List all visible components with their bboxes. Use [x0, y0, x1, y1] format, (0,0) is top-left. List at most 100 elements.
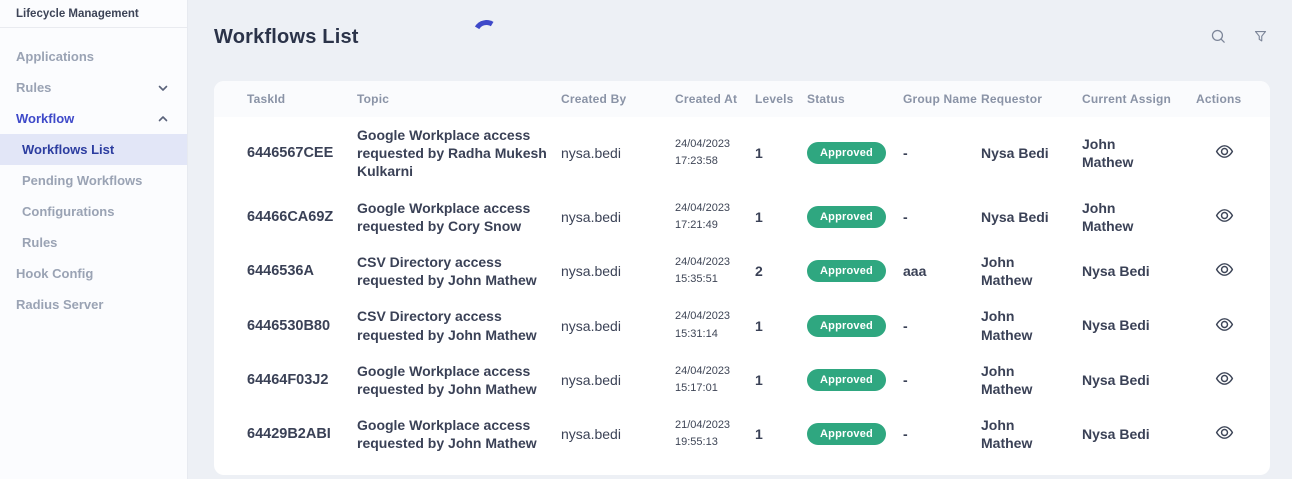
- levels-cell: 1: [755, 298, 807, 352]
- group-name-cell: -: [903, 407, 981, 461]
- created-by-cell: nysa.bedi: [561, 353, 675, 407]
- toolbar: [1210, 28, 1268, 45]
- table-row: 6446536ACSV Directory access requested b…: [214, 244, 1270, 298]
- column-header-levels: Levels: [755, 81, 807, 117]
- levels-cell: 1: [755, 407, 807, 461]
- table-row: 6446530B80CSV Directory access requested…: [214, 298, 1270, 352]
- created-date: 21/04/2023: [675, 417, 755, 434]
- created-by-cell: nysa.bedi: [561, 244, 675, 298]
- table-row: 6446567CEEGoogle Workplace access reques…: [214, 117, 1270, 190]
- topic-cell: CSV Directory access requested by John M…: [357, 298, 561, 352]
- sidebar-item-configurations[interactable]: Configurations: [0, 196, 187, 227]
- topic-cell: Google Workplace access requested by Joh…: [357, 407, 561, 461]
- column-header-created-by: Created By: [561, 81, 675, 117]
- page-title: Workflows List: [214, 26, 1270, 49]
- group-name-cell: aaa: [903, 244, 981, 298]
- sidebar: Lifecycle Management ApplicationsRulesWo…: [0, 0, 188, 479]
- sidebar-item-workflows-list[interactable]: Workflows List: [0, 134, 187, 165]
- column-header-taskid: TaskId: [214, 81, 357, 117]
- view-button[interactable]: [1214, 205, 1235, 226]
- view-button[interactable]: [1214, 422, 1235, 443]
- sidebar-item-applications[interactable]: Applications: [0, 41, 187, 72]
- status-badge: Approved: [807, 260, 886, 282]
- sidebar-item-workflow[interactable]: Workflow: [0, 103, 187, 134]
- created-date: 24/04/2023: [675, 136, 755, 153]
- sidebar-item-label: Pending Workflows: [22, 173, 142, 188]
- levels-cell: 1: [755, 190, 807, 244]
- chevron-up-icon: [157, 113, 169, 125]
- table-row: 64429B2ABIGoogle Workplace access reques…: [214, 407, 1270, 461]
- group-name-cell: -: [903, 190, 981, 244]
- created-at-cell: 24/04/2023 17:23:58: [675, 117, 755, 190]
- created-date: 24/04/2023: [675, 200, 755, 217]
- status-cell: Approved: [807, 244, 903, 298]
- created-by-cell: nysa.bedi: [561, 117, 675, 190]
- topic-cell: Google Workplace access requested by Joh…: [357, 353, 561, 407]
- created-time: 15:35:51: [675, 271, 755, 288]
- sidebar-item-hook-config[interactable]: Hook Config: [0, 258, 187, 289]
- requestor-cell: John Mathew: [981, 244, 1082, 298]
- eye-icon: [1214, 314, 1235, 335]
- current-assign-cell: Nysa Bedi: [1082, 244, 1196, 298]
- status-badge: Approved: [807, 206, 886, 228]
- workflows-table-card: TaskIdTopicCreated ByCreated AtLevelsSta…: [214, 81, 1270, 475]
- eye-icon: [1214, 141, 1235, 162]
- sidebar-item-pending-workflows[interactable]: Pending Workflows: [0, 165, 187, 196]
- eye-icon: [1214, 259, 1235, 280]
- task-id-cell: 64464F03J2: [214, 353, 357, 407]
- created-date: 24/04/2023: [675, 363, 755, 380]
- chevron-down-icon: [157, 82, 169, 94]
- main-content: Workflows List TaskIdTopicCreated ByCrea…: [188, 0, 1292, 479]
- search-button[interactable]: [1210, 28, 1227, 45]
- view-button[interactable]: [1214, 368, 1235, 389]
- created-date: 24/04/2023: [675, 308, 755, 325]
- column-header-requestor: Requestor: [981, 81, 1082, 117]
- status-cell: Approved: [807, 407, 903, 461]
- sidebar-item-label: Rules: [16, 80, 51, 95]
- current-assign-cell: John Mathew: [1082, 117, 1196, 190]
- column-header-group-name: Group Name: [903, 81, 981, 117]
- sidebar-item-label: Applications: [16, 49, 94, 64]
- requestor-cell: John Mathew: [981, 298, 1082, 352]
- filter-button[interactable]: [1253, 29, 1268, 44]
- column-header-status: Status: [807, 81, 903, 117]
- actions-cell: [1196, 298, 1270, 352]
- task-id-cell: 6446567CEE: [214, 117, 357, 190]
- levels-cell: 2: [755, 244, 807, 298]
- created-by-cell: nysa.bedi: [561, 298, 675, 352]
- requestor-cell: Nysa Bedi: [981, 117, 1082, 190]
- sidebar-item-label: Radius Server: [16, 297, 103, 312]
- view-button[interactable]: [1214, 141, 1235, 162]
- sidebar-item-radius-server[interactable]: Radius Server: [0, 289, 187, 320]
- sidebar-item-label: Configurations: [22, 204, 114, 219]
- actions-cell: [1196, 407, 1270, 461]
- created-at-cell: 24/04/2023 15:17:01: [675, 353, 755, 407]
- current-assign-cell: Nysa Bedi: [1082, 298, 1196, 352]
- view-button[interactable]: [1214, 314, 1235, 335]
- levels-cell: 1: [755, 353, 807, 407]
- view-button[interactable]: [1214, 259, 1235, 280]
- group-name-cell: -: [903, 117, 981, 190]
- column-header-topic: Topic: [357, 81, 561, 117]
- topic-cell: CSV Directory access requested by John M…: [357, 244, 561, 298]
- created-at-cell: 24/04/2023 15:31:14: [675, 298, 755, 352]
- current-assign-cell: Nysa Bedi: [1082, 407, 1196, 461]
- task-id-cell: 6446530B80: [214, 298, 357, 352]
- column-header-current-assign: Current Assign: [1082, 81, 1196, 117]
- status-cell: Approved: [807, 353, 903, 407]
- filter-icon: [1253, 29, 1268, 44]
- group-name-cell: -: [903, 298, 981, 352]
- created-time: 17:23:58: [675, 153, 755, 170]
- sidebar-item-rules[interactable]: Rules: [0, 72, 187, 103]
- table-header-row: TaskIdTopicCreated ByCreated AtLevelsSta…: [214, 81, 1270, 117]
- task-id-cell: 6446536A: [214, 244, 357, 298]
- created-by-cell: nysa.bedi: [561, 190, 675, 244]
- eye-icon: [1214, 205, 1235, 226]
- sidebar-item-label: Rules: [22, 235, 57, 250]
- created-date: 24/04/2023: [675, 254, 755, 271]
- sidebar-item-rules[interactable]: Rules: [0, 227, 187, 258]
- table-row: 64464F03J2Google Workplace access reques…: [214, 353, 1270, 407]
- task-id-cell: 64429B2ABI: [214, 407, 357, 461]
- task-id-cell: 64466CA69Z: [214, 190, 357, 244]
- requestor-cell: Nysa Bedi: [981, 190, 1082, 244]
